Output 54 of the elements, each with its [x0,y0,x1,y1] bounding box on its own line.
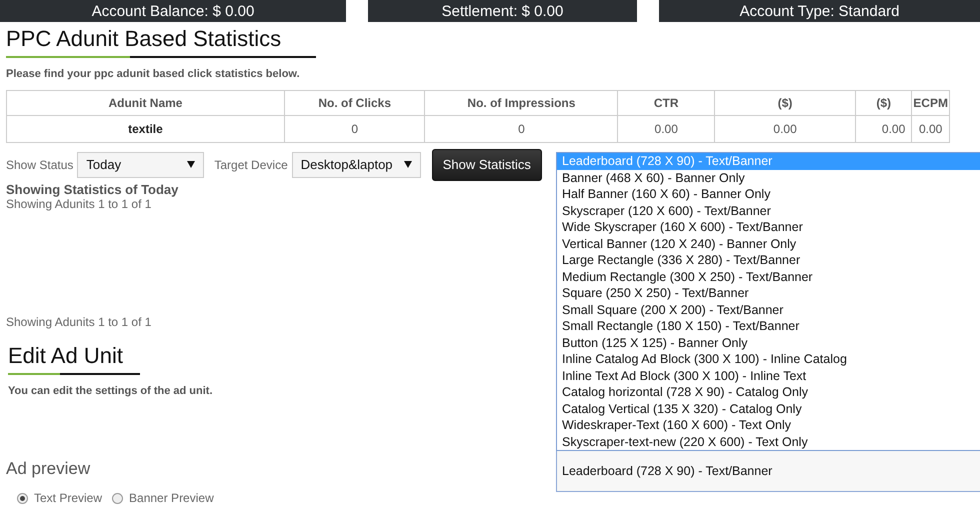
radio-button[interactable] [112,492,124,504]
table-cell: 0 [424,116,618,142]
dropdown-option[interactable]: Skyscraper (120 X 600) - Text/Banner [557,202,980,219]
dropdown-option[interactable]: Square (250 X 250) - Text/Banner [557,285,980,302]
dropdown-caret-icon [187,161,196,168]
results-heading: Showing Statistics of Today [6,182,178,197]
radio-label[interactable]: Text Preview [34,491,102,505]
dropdown-option[interactable]: Wide Skyscraper (160 X 600) - Text/Banner [557,219,980,236]
column-header: CTR [618,90,715,116]
dropdown-option[interactable]: Catalog Vertical (135 X 320) - Catalog Only [557,400,980,417]
dropdown-option[interactable]: Wideskraper-Text (160 X 600) - Text Only [557,417,980,434]
table-cell: 0.00 [856,116,912,142]
table-cell: 0.00 [714,116,856,142]
filter-label: Target Device [214,158,288,172]
dropdown-option[interactable]: Small Rectangle (180 X 150) - Text/Banner [557,318,980,334]
summary-tile: Settlement: $ 0.00 [368,0,637,22]
section-title: Edit Ad Unit [8,343,123,370]
results-count: Showing Adunits 1 to 1 of 1 [6,197,152,211]
dropdown-option[interactable]: Skyscraper-text-new (220 X 600) - Text Only [557,434,980,450]
column-header: No. of Clicks [284,90,425,116]
dropdown-option[interactable]: Large Rectangle (336 X 280) - Text/Banner [557,252,980,268]
dropdown-caret-icon [404,161,412,168]
dropdown-field[interactable]: Desktop&laptop [292,152,421,178]
dropdown-option[interactable]: Button (125 X 125) - Banner Only [557,334,980,351]
dropdown-option[interactable]: Vertical Banner (120 X 240) - Banner Only [557,236,980,252]
dropdown-field[interactable]: Today [77,152,204,178]
dropdown-option[interactable]: Banner (468 X 60) - Banner Only [557,170,980,186]
dropdown-option[interactable]: Inline Text Ad Block (300 X 100) - Inline Text [557,368,980,384]
filter-label: Show Status [6,158,74,172]
dropdown-option[interactable]: Catalog horizontal (728 X 90) - Catalog Only [557,384,980,400]
column-header: Adunit Name [6,90,284,116]
section-description: Please find your ppc adunit based click statistics below. [6,68,300,80]
dropdown-option[interactable]: Medium Rectangle (300 X 250) - Text/Banner [557,268,980,285]
dropdown-option[interactable]: Half Banner (160 X 60) - Banner Only [557,186,980,202]
summary-tile: Account Balance: $ 0.00 [0,0,346,22]
summary-tile: Account Type: Standard [659,0,980,22]
ad-unit-select[interactable]: Leaderboard (728 X 90) - Text/Banner [556,451,980,492]
radio-button[interactable] [17,492,28,504]
results-count: Showing Adunits 1 to 1 of 1 [6,315,152,329]
dropdown-option[interactable]: Inline Catalog Ad Block (300 X 100) - Inline Catalog [557,351,980,368]
table-cell: 0 [284,116,425,142]
ad-preview-title: Ad preview [6,459,90,479]
dropdown-option[interactable]: Small Square (200 X 200) - Text/Banner [557,302,980,318]
column-header: ($) [714,90,856,116]
table-cell: 0.00 [912,116,950,142]
table-cell: 0.00 [618,116,715,142]
column-header: ECPM [912,90,950,116]
show-statistics-button[interactable]: Show Statistics [432,148,542,180]
radio-label[interactable]: Banner Preview [129,491,214,505]
section-title: PPC Adunit Based Statistics [6,26,282,53]
column-header: ($) [856,90,912,116]
table-cell: textile [6,116,284,142]
column-header: No. of Impressions [424,90,618,116]
section-description: You can edit the settings of the ad unit. [8,385,213,397]
